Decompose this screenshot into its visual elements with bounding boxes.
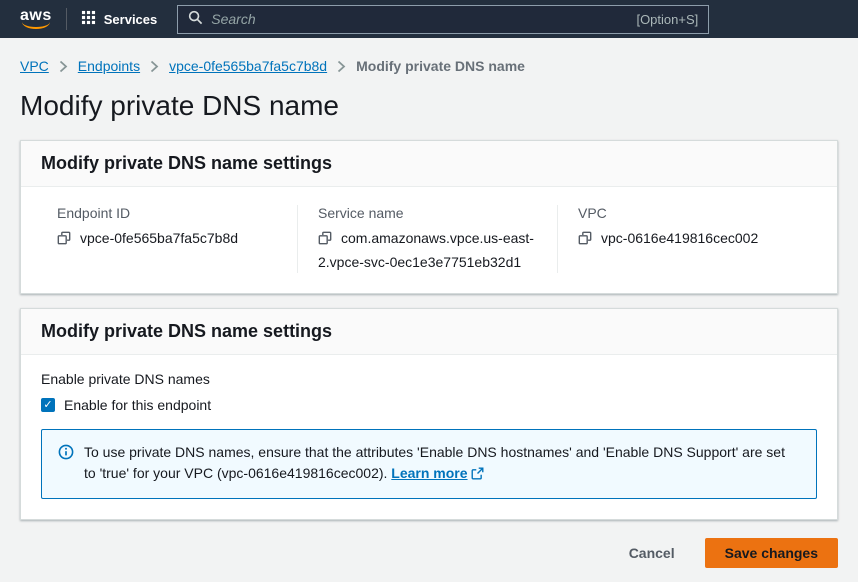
topbar-divider — [66, 8, 67, 30]
aws-logo-swoosh — [22, 22, 50, 29]
services-menu-button[interactable]: Services — [81, 10, 158, 28]
service-name-value-row: com.amazonaws.vpce.us-east-2.vpce-svc-0e… — [318, 227, 541, 273]
form-actions: Cancel Save changes — [20, 534, 838, 582]
search-placeholder: Search — [211, 11, 628, 27]
copy-icon[interactable] — [318, 229, 332, 251]
cancel-button[interactable]: Cancel — [609, 538, 695, 568]
settings-card-body: Enable private DNS names ✓ Enable for th… — [21, 355, 837, 519]
vpc-field: VPC vpc-0616e419816cec002 — [557, 205, 817, 273]
save-changes-button[interactable]: Save changes — [705, 538, 838, 568]
search-icon — [188, 10, 203, 28]
info-alert: To use private DNS names, ensure that th… — [41, 429, 817, 499]
services-grid-icon — [81, 10, 96, 28]
endpoint-id-value: vpce-0fe565ba7fa5c7b8d — [80, 230, 238, 246]
enable-private-dns-label: Enable private DNS names — [41, 371, 817, 387]
learn-more-link[interactable]: Learn more — [391, 465, 483, 481]
enable-endpoint-checkbox-row[interactable]: ✓ Enable for this endpoint — [41, 397, 817, 413]
endpoint-id-field: Endpoint ID vpce-0fe565ba7fa5c7b8d — [37, 205, 297, 273]
breadcrumb-current-page: Modify private DNS name — [356, 58, 525, 74]
endpoint-id-label: Endpoint ID — [57, 205, 281, 221]
summary-field-grid: Endpoint ID vpce-0fe565ba7fa5c7b8d Servi… — [37, 205, 817, 273]
info-icon — [58, 442, 74, 486]
dns-settings-card: Modify private DNS name settings Enable … — [20, 308, 838, 520]
chevron-right-icon — [150, 60, 159, 73]
breadcrumb-endpoint-id-link[interactable]: vpce-0fe565ba7fa5c7b8d — [169, 58, 327, 74]
chevron-right-icon — [337, 60, 346, 73]
chevron-right-icon — [59, 60, 68, 73]
aws-logo-text: aws — [20, 9, 52, 23]
summary-card-body: Endpoint ID vpce-0fe565ba7fa5c7b8d Servi… — [21, 187, 837, 293]
main-content: VPC Endpoints vpce-0fe565ba7fa5c7b8d Mod… — [0, 38, 858, 582]
breadcrumb-endpoints-link[interactable]: Endpoints — [78, 58, 140, 74]
vpc-value-row: vpc-0616e419816cec002 — [578, 227, 801, 251]
learn-more-label: Learn more — [391, 465, 467, 481]
breadcrumb-vpc-link[interactable]: VPC — [20, 58, 49, 74]
summary-card-header: Modify private DNS name settings — [21, 141, 837, 187]
vpc-value: vpc-0616e419816cec002 — [601, 230, 758, 246]
top-navigation-bar: aws Services Search [Option+S] — [0, 0, 858, 38]
external-link-icon — [471, 465, 484, 486]
service-name-value: com.amazonaws.vpce.us-east-2.vpce-svc-0e… — [318, 230, 534, 270]
copy-icon[interactable] — [57, 229, 71, 251]
summary-card-title: Modify private DNS name settings — [41, 153, 817, 174]
service-name-label: Service name — [318, 205, 541, 221]
endpoint-id-value-row: vpce-0fe565ba7fa5c7b8d — [57, 227, 281, 251]
vpc-label: VPC — [578, 205, 801, 221]
breadcrumb: VPC Endpoints vpce-0fe565ba7fa5c7b8d Mod… — [20, 58, 838, 74]
search-input[interactable]: Search [Option+S] — [177, 5, 709, 34]
settings-card-title: Modify private DNS name settings — [41, 321, 817, 342]
info-alert-text: To use private DNS names, ensure that th… — [84, 442, 800, 486]
endpoint-summary-card: Modify private DNS name settings Endpoin… — [20, 140, 838, 294]
checkbox-label[interactable]: Enable for this endpoint — [64, 397, 211, 413]
copy-icon[interactable] — [578, 229, 592, 251]
settings-card-header: Modify private DNS name settings — [21, 309, 837, 355]
aws-logo[interactable]: aws — [20, 9, 52, 29]
search-shortcut-hint: [Option+S] — [636, 12, 698, 27]
page-title: Modify private DNS name — [20, 90, 838, 122]
checkbox-checked[interactable]: ✓ — [41, 398, 55, 412]
services-label: Services — [104, 12, 158, 27]
service-name-field: Service name com.amazonaws.vpce.us-east-… — [297, 205, 557, 273]
